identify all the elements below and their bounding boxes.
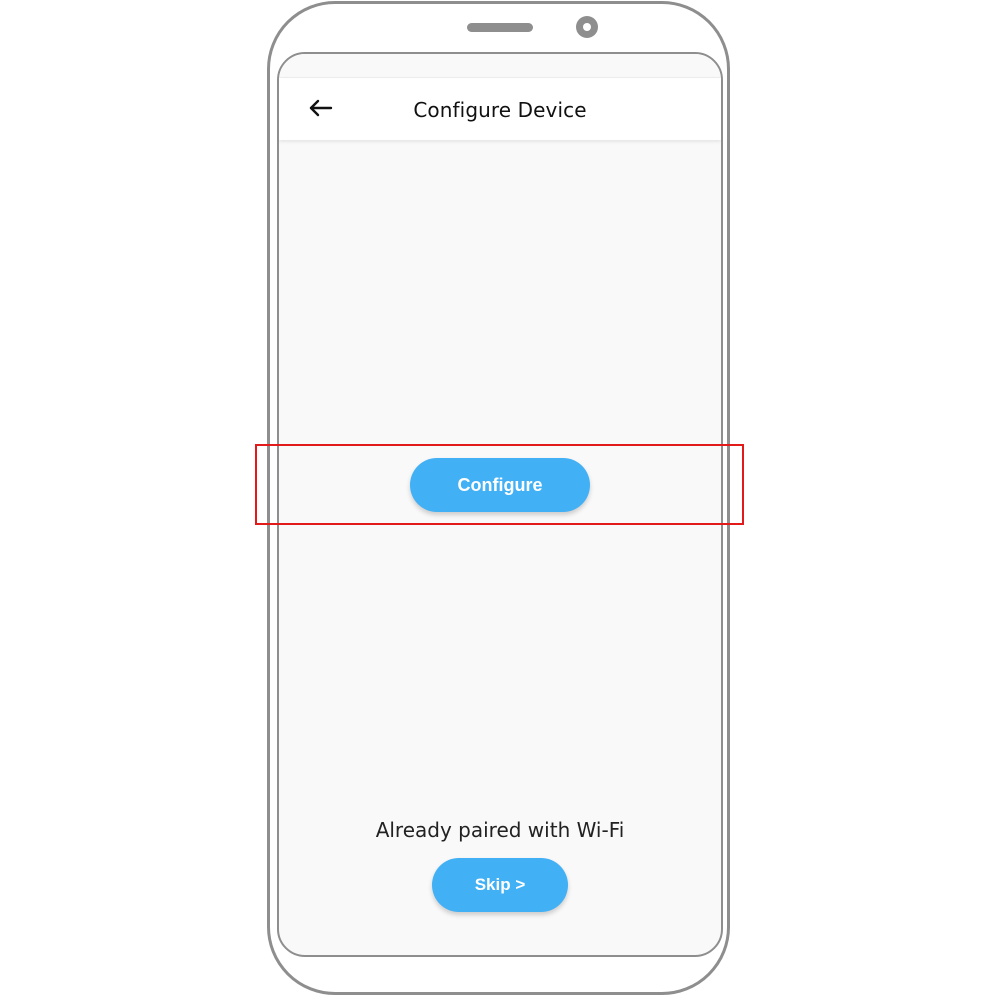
app-bar: Configure Device [279, 77, 721, 140]
already-paired-text: Already paired with Wi-Fi [375, 818, 625, 842]
phone-camera [576, 16, 598, 38]
phone-speaker [467, 23, 533, 32]
status-bar [279, 54, 721, 76]
page-title: Configure Device [413, 98, 587, 122]
phone-screen: Configure Device Configure Already paire… [277, 52, 723, 957]
canvas: Configure Device Configure Already paire… [0, 0, 1000, 1000]
skip-button[interactable]: Skip > [432, 858, 568, 912]
configure-button[interactable]: Configure [410, 458, 590, 512]
